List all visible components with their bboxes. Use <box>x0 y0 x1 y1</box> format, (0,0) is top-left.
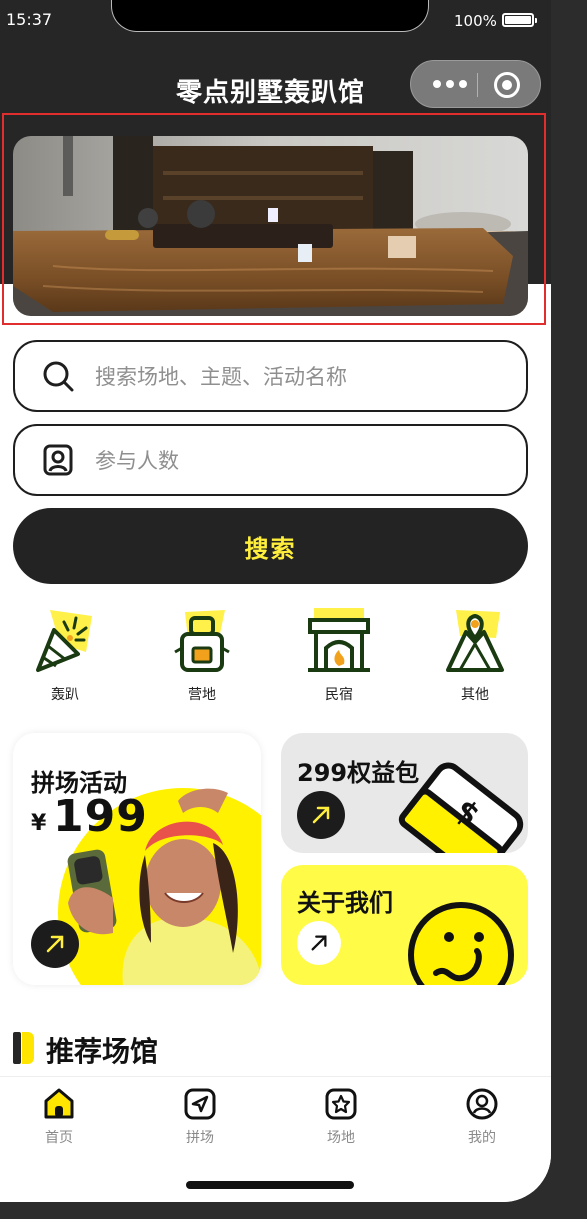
search-button[interactable]: 搜索 <box>13 508 528 584</box>
tab-label: 首页 <box>45 1130 73 1146</box>
map-pin-icon <box>440 608 510 678</box>
capsule-divider <box>477 73 478 97</box>
category-other[interactable]: 其他 <box>430 608 520 704</box>
fireplace-icon <box>304 608 374 678</box>
benefit-pack-card[interactable]: $ 299权益包 <box>281 733 528 853</box>
status-time: 15:37 <box>6 10 53 29</box>
section-marker-accent <box>22 1032 34 1064</box>
category-camp[interactable]: 营地 <box>157 608 247 704</box>
tab-home[interactable]: 首页 <box>19 1087 99 1147</box>
search-input[interactable]: 搜索场地、主题、活动名称 <box>13 340 528 412</box>
arrow-up-right-icon[interactable] <box>297 791 345 839</box>
close-target-icon[interactable] <box>494 72 520 98</box>
home-icon <box>42 1087 76 1121</box>
phone-screen: 15:37 100% 零点别墅轰趴馆 搜索场地、主题、活动名称 参与人数 搜索 … <box>0 0 551 1202</box>
search-placeholder: 搜索场地、主题、活动名称 <box>95 365 347 389</box>
send-icon <box>183 1087 217 1121</box>
section-title: 推荐场馆 <box>46 1035 159 1068</box>
person-badge-icon <box>41 443 75 477</box>
star-box-icon <box>324 1087 358 1121</box>
backpack-icon <box>167 608 237 678</box>
benefit-pack-title: 299权益包 <box>297 759 420 787</box>
category-party[interactable]: 轰趴 <box>20 608 110 704</box>
tab-profile[interactable]: 我的 <box>442 1087 522 1147</box>
tab-group[interactable]: 拼场 <box>160 1087 240 1147</box>
about-us-title: 关于我们 <box>297 889 393 917</box>
arrow-up-right-icon[interactable] <box>297 921 341 965</box>
category-label: 民宿 <box>325 687 353 703</box>
price-currency: ¥ <box>31 811 47 836</box>
user-icon <box>465 1087 499 1121</box>
category-label: 其他 <box>461 687 489 703</box>
tab-label: 场地 <box>327 1130 355 1146</box>
group-event-card[interactable]: 拼场活动 ¥ 199 <box>13 733 261 985</box>
more-icon[interactable] <box>425 61 475 107</box>
about-us-card[interactable]: 关于我们 <box>281 865 528 985</box>
people-count-input[interactable]: 参与人数 <box>13 424 528 496</box>
category-label: 轰趴 <box>51 687 79 703</box>
home-indicator <box>186 1181 354 1189</box>
group-event-price: 199 <box>53 791 148 842</box>
mini-program-capsule <box>410 60 541 108</box>
people-placeholder: 参与人数 <box>95 449 179 473</box>
search-icon <box>41 359 75 393</box>
tab-label: 拼场 <box>186 1130 214 1146</box>
tab-venue[interactable]: 场地 <box>301 1087 381 1147</box>
tab-label: 我的 <box>468 1130 496 1146</box>
banner-image[interactable] <box>13 136 528 316</box>
battery-icon <box>502 13 537 27</box>
tea-room-photo <box>13 136 528 316</box>
camera-notch <box>111 0 429 32</box>
category-label: 营地 <box>188 687 216 703</box>
category-homestay[interactable]: 民宿 <box>294 608 384 704</box>
battery-percent: 100% <box>454 12 497 30</box>
arrow-up-right-icon[interactable] <box>31 920 79 968</box>
section-marker <box>13 1032 21 1064</box>
party-popper-icon <box>30 608 100 678</box>
